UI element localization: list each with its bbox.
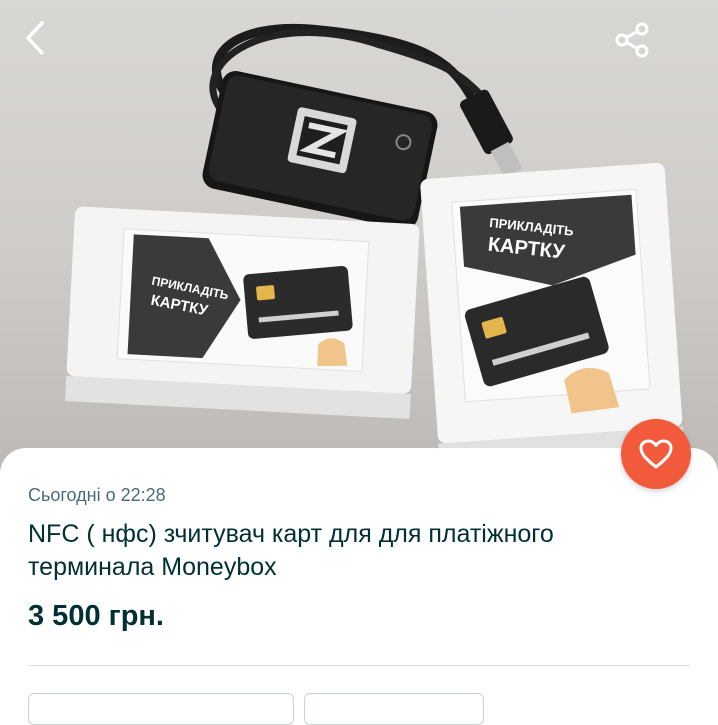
back-button[interactable] <box>20 20 76 76</box>
back-arrow-icon <box>26 21 44 55</box>
share-button[interactable] <box>612 20 668 76</box>
listing-price: 3 500 грн. <box>28 600 164 632</box>
listing-title: NFC ( нфс) зчитувач карт для для платіжн… <box>28 520 554 581</box>
favorite-button[interactable] <box>621 419 691 489</box>
divider <box>28 665 690 666</box>
listing-photo[interactable]: ПРИКЛАДІТЬ КАРТКУ ПРИКЛАДІТЬ КАРТКУ <box>0 0 718 470</box>
tag-chip[interactable] <box>304 693 484 725</box>
heart-icon <box>639 439 673 469</box>
tag-chip[interactable] <box>28 693 294 725</box>
share-icon <box>615 22 649 58</box>
product-photo-illustration: ПРИКЛАДІТЬ КАРТКУ ПРИКЛАДІТЬ КАРТКУ <box>64 24 685 466</box>
listing-timestamp: Сьогодні о 22:28 <box>28 485 166 505</box>
